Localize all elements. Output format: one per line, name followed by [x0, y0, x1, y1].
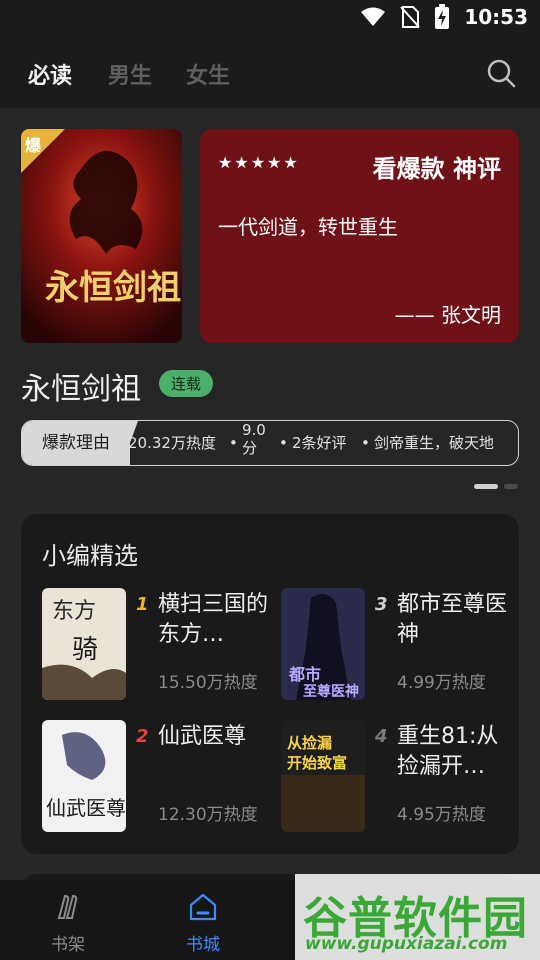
- nav-label: 书城: [186, 935, 220, 955]
- score-value: 9.0: [242, 421, 266, 439]
- pick-item[interactable]: 都市 至尊医神 3 都市至尊医神 4.99万热度: [281, 588, 511, 700]
- svg-text:东方: 东方: [52, 599, 96, 624]
- watermark: 谷普软件园 www.gupuxiazai.com: [295, 874, 540, 960]
- star-icon: ★: [267, 153, 282, 172]
- status-badge: 连载: [159, 370, 214, 397]
- tab-male[interactable]: 男生: [108, 58, 152, 90]
- main-content: 永恒剑祖 爆 ★ ★ ★ ★ ★ 看爆款 神评 一代剑道，转世重生 —— 张文明…: [0, 108, 540, 894]
- rating-stars: ★ ★ ★ ★ ★: [218, 153, 298, 172]
- book-cover: 都市 至尊医神: [281, 588, 365, 700]
- svg-text:骑: 骑: [72, 635, 98, 665]
- nav-bookshelf[interactable]: 书架: [33, 892, 103, 955]
- reviews-text: 2条好评: [292, 434, 347, 452]
- reason-bar[interactable]: 爆款理由 20.32万热度 • 9.0 分 • 2条好评 • 剑帝重生，破天地: [21, 420, 519, 466]
- svg-text:都市: 都市: [288, 665, 321, 684]
- svg-text:至尊医神: 至尊医神: [303, 683, 359, 700]
- section-title: 小编精选: [42, 542, 138, 570]
- wifi-icon: [361, 7, 386, 26]
- nav-bookstore[interactable]: 书城: [168, 892, 238, 955]
- star-icon: ★: [250, 153, 266, 172]
- pick-title: 仙武医尊: [158, 724, 247, 749]
- reason-tag: 爆款理由: [22, 421, 130, 465]
- review-card[interactable]: ★ ★ ★ ★ ★ 看爆款 神评 一代剑道，转世重生 —— 张文明: [200, 129, 519, 343]
- rank-number: 1: [136, 594, 149, 615]
- no-sim-icon: [400, 6, 421, 28]
- search-icon[interactable]: [486, 58, 516, 88]
- book-cover: 东方骑: [42, 588, 126, 700]
- nav-label: 书架: [51, 935, 85, 955]
- pick-item[interactable]: 东方骑 1 横扫三国的东方… 15.50万热度: [42, 588, 272, 700]
- status-bar: 10:53: [0, 0, 540, 36]
- tab-must-read[interactable]: 必读: [28, 58, 72, 90]
- tagline-text: 剑帝重生，破天地: [374, 434, 495, 452]
- pick-heat: 4.99万热度: [397, 673, 486, 693]
- battery-charging-icon: [435, 4, 450, 29]
- clock: 10:53: [464, 5, 528, 29]
- score-unit: 分: [242, 439, 258, 457]
- pick-title: 重生81:从捡漏开…: [397, 724, 499, 779]
- bookstore-icon: [189, 893, 217, 921]
- score-text: 9.0 分: [242, 421, 266, 457]
- indicator-dot-active: [474, 484, 498, 489]
- rank-number: 2: [136, 726, 149, 747]
- cover-badge: 爆: [25, 136, 42, 155]
- book-cover: 仙武医尊: [42, 720, 126, 832]
- heat-text: 20.32万热度: [128, 434, 216, 452]
- featured-book-cover[interactable]: 永恒剑祖 爆: [21, 129, 182, 343]
- pick-item[interactable]: 从捡漏开始致富 4 重生81:从捡漏开… 4.95万热度: [281, 720, 511, 832]
- star-icon: ★: [283, 153, 298, 172]
- pick-heat: 15.50万热度: [158, 673, 258, 693]
- indicator-dot: [504, 484, 518, 489]
- bookshelf-icon: [57, 894, 78, 919]
- pick-heat: 12.30万热度: [158, 805, 258, 825]
- review-quote: 一代剑道，转世重生: [218, 215, 398, 239]
- rank-number: 3: [375, 594, 388, 615]
- pick-title: 横扫三国的东方…: [158, 592, 269, 647]
- separator-dot: •: [361, 434, 370, 452]
- editor-picks-card: 小编精选 东方骑 1 横扫三国的东方… 15.50万热度 都市 至尊医神 3 都市…: [21, 514, 519, 854]
- separator-dot: •: [279, 434, 288, 452]
- svg-text:从捡漏: 从捡漏: [287, 734, 332, 752]
- carousel-indicator: [474, 484, 518, 489]
- star-icon: ★: [234, 153, 249, 172]
- tab-female[interactable]: 女生: [186, 58, 230, 90]
- review-title: 看爆款 神评: [372, 155, 501, 183]
- watermark-url: www.gupuxiazai.com: [305, 934, 508, 954]
- cover-title-art: 永恒剑祖: [45, 268, 181, 308]
- separator-dot: •: [229, 434, 238, 452]
- pick-title: 都市至尊医神: [397, 592, 508, 647]
- svg-text:开始致富: 开始致富: [287, 754, 347, 772]
- review-author: —— 张文明: [394, 303, 501, 327]
- pick-item[interactable]: 仙武医尊 2 仙武医尊 12.30万热度: [42, 720, 272, 832]
- svg-text:仙武医尊: 仙武医尊: [46, 796, 126, 820]
- book-cover: 从捡漏 开始致富: [281, 720, 365, 832]
- top-tab-bar: 必读 男生 女生: [0, 36, 540, 108]
- featured-book-title[interactable]: 永恒剑祖: [21, 364, 141, 408]
- star-icon: ★: [218, 153, 233, 172]
- rank-number: 4: [375, 726, 388, 747]
- pick-heat: 4.95万热度: [397, 805, 486, 825]
